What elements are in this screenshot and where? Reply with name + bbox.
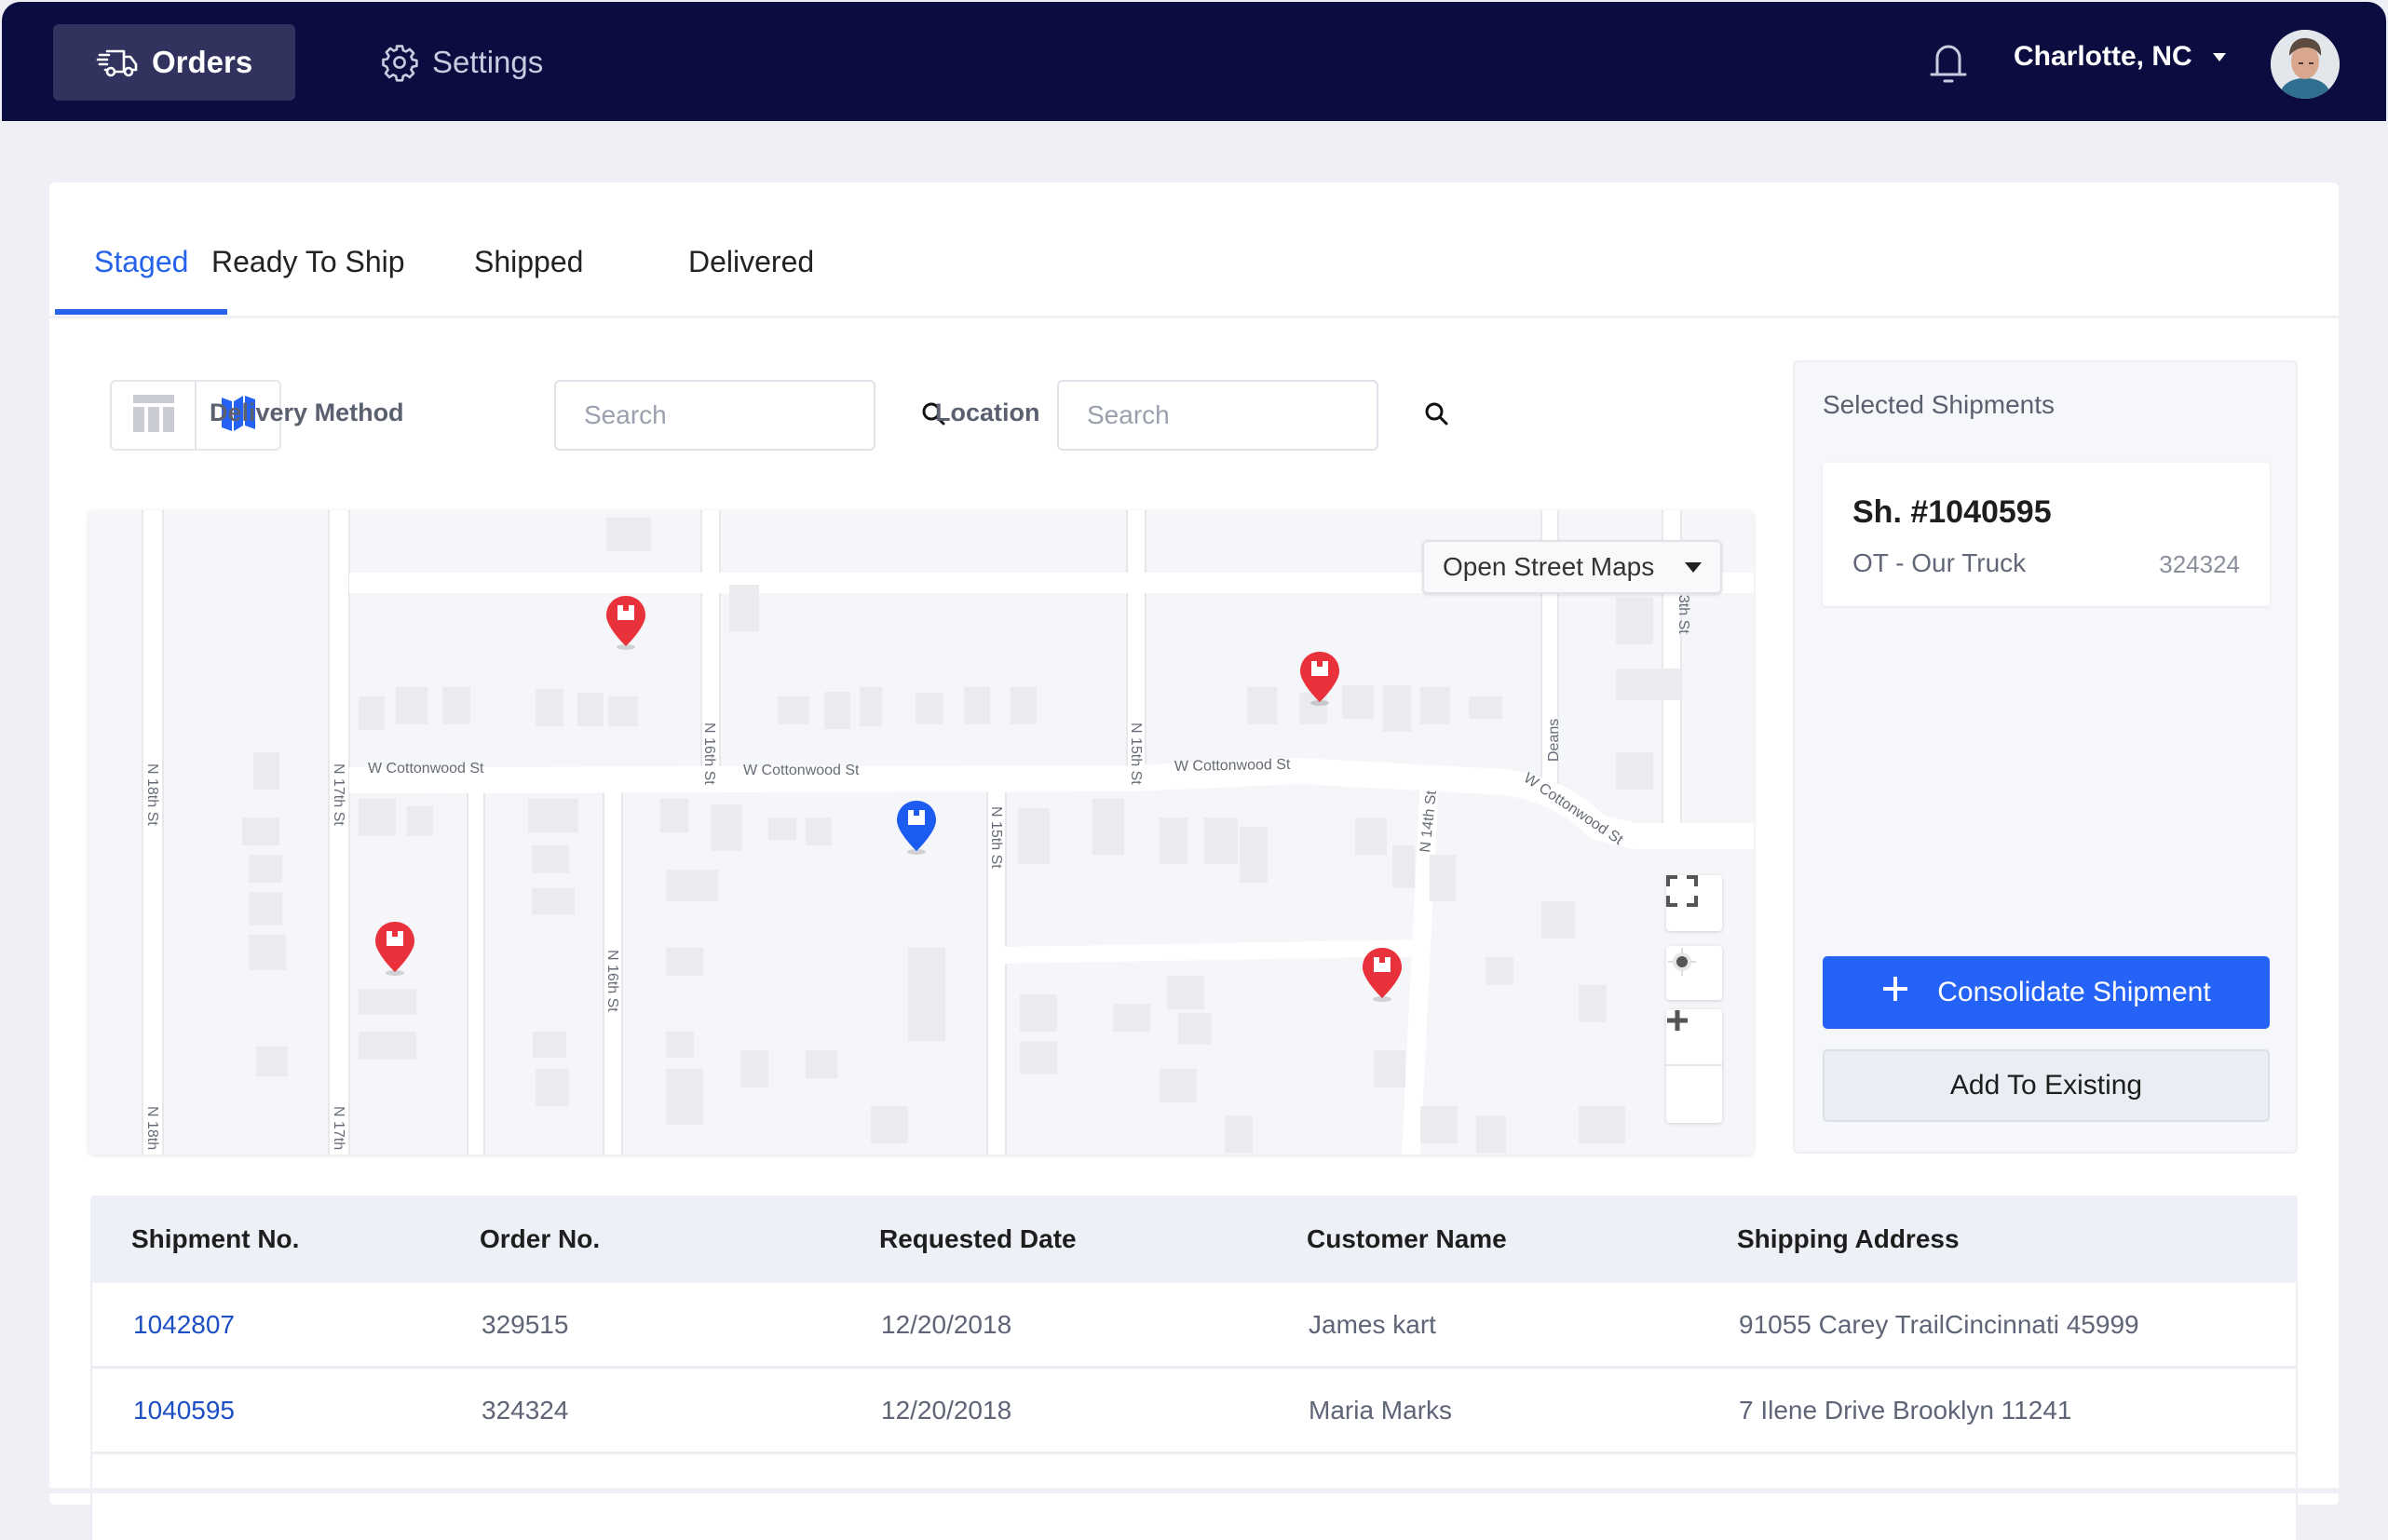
requested-date: 12/20/2018: [881, 1309, 1012, 1339]
orders-card: Staged Ready To Ship Shipped Delivered D…: [49, 182, 2339, 1540]
street-label: N 17th St: [331, 763, 346, 826]
table-row[interactable]: 1040595 324324 12/20/2018 Maria Marks 7 …: [90, 1369, 2298, 1454]
column-header[interactable]: Customer Name: [1307, 1224, 1507, 1254]
map-provider-select[interactable]: Open Street Maps: [1422, 540, 1722, 594]
street-label: N 15th St: [1128, 723, 1144, 785]
customer-name: Maria Marks: [1309, 1395, 1453, 1425]
tab-ready-to-ship[interactable]: Ready To Ship: [172, 231, 444, 315]
column-header[interactable]: Order No.: [480, 1224, 600, 1254]
nav-settings[interactable]: Settings: [337, 24, 586, 101]
street-n18th: [142, 510, 164, 1155]
zoom-controls: [1666, 1009, 1722, 1123]
viewport-edge: [0, 1488, 2388, 1493]
order-number: 329515: [482, 1309, 569, 1339]
tab-delivered[interactable]: Delivered: [649, 231, 853, 315]
shipping-address: 7 Ilene Drive Brooklyn 11241: [1739, 1395, 2072, 1425]
delivery-method-input[interactable]: [584, 400, 920, 430]
truck-icon: [96, 46, 139, 79]
selected-shipments-panel: Selected Shipments Sh. #1040595 OT - Our…: [1793, 360, 2298, 1154]
street-label: N 17th: [331, 1106, 346, 1150]
consolidate-shipment-button[interactable]: Consolidate Shipment: [1823, 956, 2270, 1029]
gear-icon: [380, 43, 419, 82]
panel-title: Selected Shipments: [1823, 390, 2056, 419]
shipment-link[interactable]: 1042807: [133, 1310, 235, 1340]
map-pin[interactable]: [1298, 650, 1341, 706]
table-view-button[interactable]: [112, 382, 195, 449]
order-number: 324324: [482, 1395, 569, 1425]
table-view-icon: [132, 394, 174, 437]
nav-settings-label: Settings: [432, 45, 544, 79]
zoom-out-button[interactable]: [1666, 1018, 1722, 1122]
street-label: W Cottonwood St: [1174, 757, 1291, 775]
map-pin[interactable]: [604, 594, 647, 650]
street-label: N 16th St: [701, 723, 717, 785]
street-label: N 18th St: [144, 763, 160, 826]
map-pin[interactable]: [1361, 946, 1404, 1002]
tab-shipped[interactable]: Shipped: [435, 231, 622, 315]
table-header: Shipment No. Order No. Requested Date Cu…: [90, 1196, 2298, 1283]
bell-icon[interactable]: [1928, 39, 1969, 90]
location-filter-label: Location: [935, 399, 1040, 426]
add-to-existing-button[interactable]: Add To Existing: [1823, 1049, 2270, 1122]
street-label: W Cottonwood St: [743, 763, 860, 778]
shipping-address: 91055 Carey TrailCincinnati 45999: [1739, 1309, 2139, 1339]
nav-orders-label: Orders: [152, 45, 253, 79]
chevron-down-icon: [2212, 52, 2226, 61]
column-header[interactable]: Shipping Address: [1737, 1224, 1960, 1254]
table-row-partial[interactable]: [90, 1454, 2298, 1540]
column-header[interactable]: Requested Date: [879, 1224, 1077, 1254]
customer-name: James kart: [1309, 1309, 1436, 1339]
shipment-link[interactable]: 1040595: [133, 1396, 235, 1425]
map-provider-label: Open Street Maps: [1443, 552, 1655, 581]
shipments-map[interactable]: N 18th St N 17th St N 16th St N 15th St …: [88, 510, 1754, 1155]
nav-orders[interactable]: Orders: [53, 24, 296, 101]
consolidate-label: Consolidate Shipment: [1937, 977, 2211, 1007]
table-row[interactable]: 1042807 329515 12/20/2018 James kart 910…: [90, 1283, 2298, 1369]
requested-date: 12/20/2018: [881, 1395, 1012, 1425]
shipment-method: OT - Our Truck: [1852, 548, 2027, 577]
location-selector[interactable]: Charlotte, NC: [2014, 41, 2226, 73]
search-icon[interactable]: [1423, 400, 1449, 431]
fullscreen-button[interactable]: [1666, 875, 1722, 931]
location-label: Charlotte, NC: [2014, 41, 2192, 72]
status-tabs: Staged Ready To Ship Shipped Delivered: [49, 182, 2339, 318]
street-label: N 16th St: [604, 950, 620, 1012]
street-label: N 15th St: [988, 806, 1004, 869]
shipment-id: Sh. #1040595: [1852, 494, 2052, 530]
plus-icon: [1881, 975, 1909, 1010]
delivery-method-search: [554, 380, 945, 451]
street-n17th: [328, 510, 350, 1155]
street-label: Deans: [1546, 719, 1562, 762]
top-navbar: Orders Settings Charlotte, NC: [2, 2, 2386, 121]
locate-button[interactable]: [1666, 946, 1722, 1000]
location-input[interactable]: [1087, 400, 1423, 430]
map-pin[interactable]: [373, 920, 416, 976]
shipment-order-number: 324324: [2159, 550, 2240, 578]
column-header[interactable]: Shipment No.: [131, 1224, 299, 1254]
selected-shipment-card[interactable]: Sh. #1040595 OT - Our Truck 324324: [1823, 463, 2270, 606]
street-label: W Cottonwood St: [368, 761, 484, 777]
chevron-down-icon: [1685, 561, 1702, 573]
location-search: [1057, 380, 1448, 451]
user-avatar[interactable]: [2271, 30, 2340, 99]
street-label: N 18th: [144, 1106, 160, 1150]
map-pin-selected[interactable]: [895, 799, 938, 855]
delivery-method-label: Delivery Method: [210, 399, 404, 426]
